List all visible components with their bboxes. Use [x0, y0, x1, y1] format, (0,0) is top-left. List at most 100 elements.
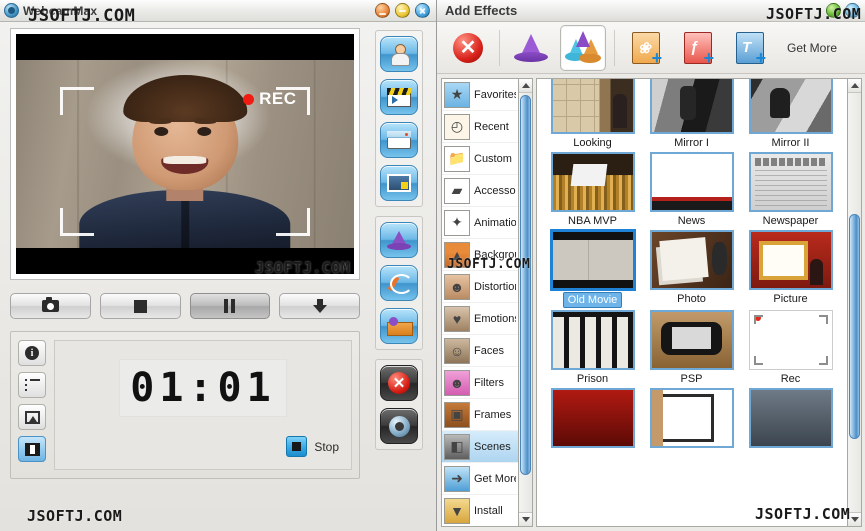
avatar-tool-button[interactable] — [380, 36, 418, 72]
effects-tool-button[interactable] — [380, 222, 418, 258]
effects-close-button[interactable] — [845, 3, 860, 18]
landscape-icon: ▲ — [444, 241, 470, 268]
sidebar-item-label: Custom — [474, 152, 512, 165]
video-preview-frame: REC — [10, 28, 360, 280]
sidebar-item-favorites[interactable]: ★ Favorites — [442, 79, 518, 111]
scroll-down-arrow-icon[interactable] — [519, 512, 532, 526]
effect-thumbnail[interactable] — [649, 230, 734, 290]
sidebar-item-install[interactable]: ▼ Install — [442, 495, 518, 526]
effect-item[interactable] — [743, 388, 838, 450]
effect-item[interactable]: News — [644, 152, 739, 228]
sidebar-item-info[interactable]: i — [18, 340, 46, 366]
main-window-body: REC i 01:01 Stop ✕ — [0, 22, 436, 531]
close-button[interactable] — [415, 3, 430, 18]
preview-column: REC i 01:01 Stop — [0, 28, 368, 531]
stop-record-button[interactable] — [99, 293, 181, 319]
scroll-down-arrow-icon[interactable] — [848, 512, 861, 526]
effect-item[interactable] — [644, 388, 739, 450]
sidebar-item-label: Animations — [474, 216, 516, 229]
sidebar-item-label: Emotions — [474, 312, 516, 325]
effects-grid: iphoneKeyholeKobeLookingMirror IMirror I… — [536, 78, 847, 527]
sidebar-item-get-more[interactable]: ➜ Get More — [442, 463, 518, 495]
stop-control[interactable]: Stop — [286, 436, 339, 457]
pause-record-button[interactable] — [189, 293, 271, 319]
sidebar-item-distortions[interactable]: ☻ Distortions — [442, 271, 518, 303]
star-icon: ★ — [444, 81, 470, 108]
add-text-button[interactable]: T + — [727, 25, 773, 71]
scroll-up-arrow-icon[interactable] — [519, 79, 532, 93]
stop-button[interactable] — [286, 436, 308, 457]
more-effects-tool-button[interactable] — [380, 308, 418, 344]
webcam-preview[interactable]: REC — [16, 34, 354, 274]
effect-thumbnail[interactable] — [748, 388, 833, 448]
category-scroll-thumb[interactable] — [520, 95, 531, 475]
help-button[interactable] — [826, 3, 841, 18]
effect-thumbnail[interactable] — [748, 152, 833, 212]
minimize-button[interactable] — [375, 3, 390, 18]
scroll-up-arrow-icon[interactable] — [848, 79, 861, 93]
picture-source-tool-button[interactable] — [380, 165, 418, 201]
sidebar-item-custom[interactable]: 📁 Custom — [442, 143, 518, 175]
snapshot-button[interactable] — [10, 293, 91, 319]
sidebar-item-frames[interactable]: ▣ Frames — [442, 399, 518, 431]
effect-item[interactable] — [545, 388, 640, 450]
effect-item[interactable]: PSP — [644, 310, 739, 386]
effect-item[interactable]: Picture — [743, 230, 838, 308]
doodle-tool-button[interactable] — [380, 265, 418, 301]
add-flash-button[interactable]: ƒ + — [675, 25, 721, 71]
effect-thumbnail[interactable] — [550, 388, 635, 448]
sidebar-item-animations[interactable]: ✦ Animations — [442, 207, 518, 239]
single-effect-mode-button[interactable] — [508, 25, 554, 71]
effects-row: NBA MVP News Newspaper — [543, 152, 841, 230]
effect-thumbnail[interactable] — [748, 79, 833, 134]
effect-thumbnail[interactable] — [550, 230, 635, 290]
effect-thumbnail[interactable] — [550, 79, 635, 134]
sidebar-item-filters[interactable]: ☻ Filters — [442, 367, 518, 399]
effects-grid-panel: iphoneKeyholeKobeLookingMirror IMirror I… — [536, 78, 862, 527]
sidebar-item-pictures[interactable] — [18, 404, 46, 430]
effects-scroll-thumb[interactable] — [849, 214, 860, 439]
sidebar-item-accessories[interactable]: ▰ Accessories — [442, 175, 518, 207]
close-effects-tool-button[interactable]: ✕ — [380, 365, 418, 401]
settings-tool-button[interactable] — [380, 408, 418, 444]
sidebar-item-emotions[interactable]: ♥ Emotions — [442, 303, 518, 335]
sidebar-item-list[interactable] — [18, 372, 46, 398]
maximize-button[interactable] — [395, 3, 410, 18]
effect-item[interactable]: Mirror I — [644, 79, 739, 150]
video-source-tool-button[interactable] — [380, 79, 418, 115]
sidebar-item-recent[interactable]: ◴ Recent — [442, 111, 518, 143]
effects-scrollbar[interactable] — [847, 78, 862, 527]
desktop-source-tool-button[interactable] — [380, 122, 418, 158]
effect-thumbnail[interactable] — [649, 152, 734, 212]
clear-all-effects-button[interactable]: ✕ — [445, 25, 491, 71]
record-timer: 01:01 — [119, 359, 287, 417]
effect-item[interactable]: Rec — [743, 310, 838, 386]
effect-thumbnail[interactable] — [748, 310, 833, 370]
effect-thumbnail[interactable] — [649, 388, 734, 448]
sidebar-item-scenes[interactable]: ◧ Scenes — [442, 431, 518, 463]
effect-item[interactable]: Prison — [545, 310, 640, 386]
sidebar-item-faces[interactable]: ☺ Faces — [442, 335, 518, 367]
add-image-button[interactable]: ❀ + — [623, 25, 669, 71]
effect-item[interactable]: Photo — [644, 230, 739, 308]
effect-thumbnail[interactable] — [748, 230, 833, 290]
effect-label: Mirror I — [674, 137, 709, 149]
effect-item[interactable]: Old Movie — [545, 230, 640, 308]
save-download-button[interactable] — [279, 293, 360, 319]
sidebar-item-videos[interactable] — [18, 436, 46, 462]
sidebar-item-backgrounds[interactable]: ▲ Backgrounds — [442, 239, 518, 271]
multi-effect-mode-button[interactable] — [560, 24, 606, 71]
purple-hat-icon — [514, 33, 548, 62]
effect-thumbnail[interactable] — [649, 79, 734, 134]
effect-item[interactable]: Looking — [545, 79, 640, 150]
effect-thumbnail[interactable] — [550, 310, 635, 370]
effect-thumbnail[interactable] — [649, 310, 734, 370]
recording-status-area: 01:01 Stop — [54, 340, 352, 470]
effect-item[interactable]: Newspaper — [743, 152, 838, 228]
pencil-icon — [388, 273, 413, 294]
effect-thumbnail[interactable] — [550, 152, 635, 212]
effect-item[interactable]: NBA MVP — [545, 152, 640, 228]
category-scrollbar[interactable] — [518, 78, 533, 527]
effect-item[interactable]: Mirror II — [743, 79, 838, 150]
get-more-link[interactable]: Get More — [787, 41, 837, 55]
